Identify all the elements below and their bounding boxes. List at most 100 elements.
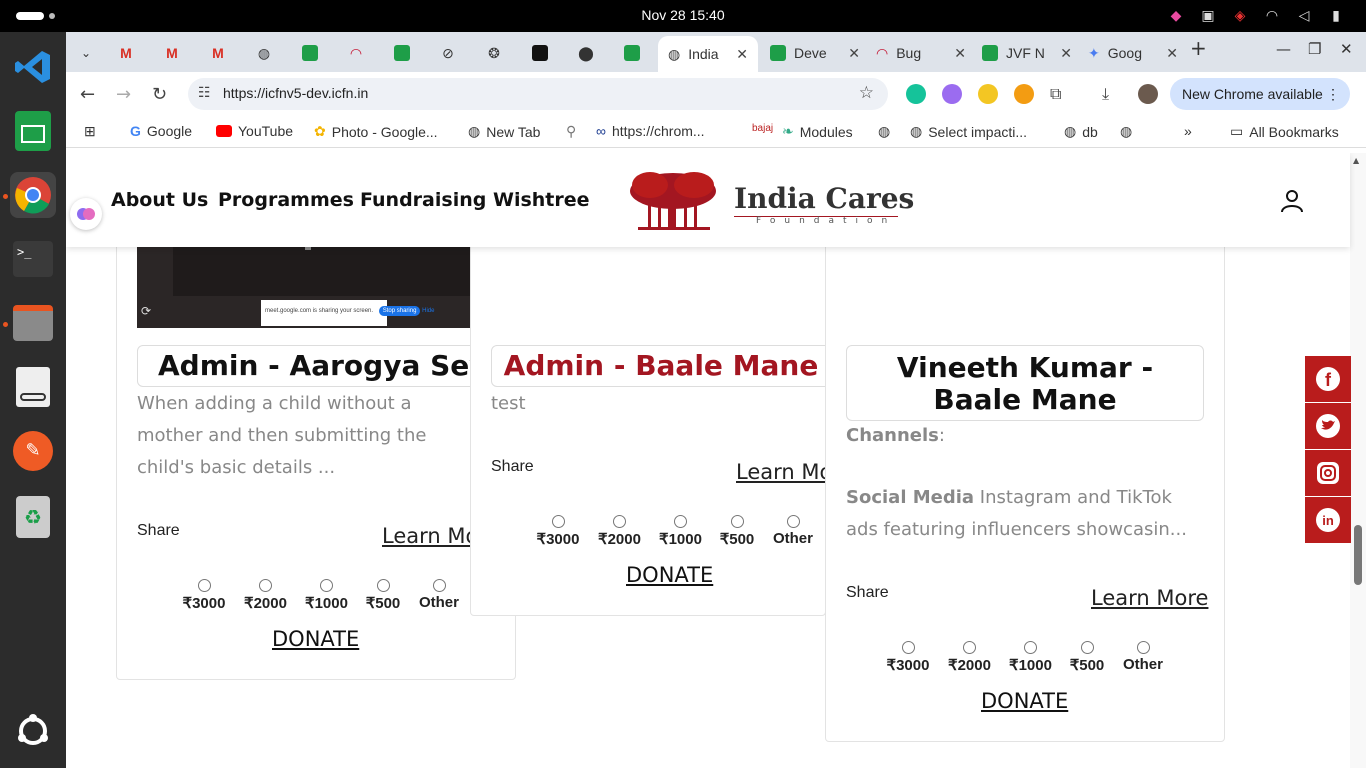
chrome-icon[interactable] (10, 172, 56, 218)
files-icon[interactable] (10, 300, 56, 346)
amount-option-1000[interactable]: ₹1000 (650, 515, 711, 548)
page-scrollbar[interactable]: ▲ (1350, 153, 1366, 768)
address-bar[interactable]: ☷ https://icfnv5-dev.icfn.in ☆ (188, 78, 888, 110)
tab-bug[interactable]: ◠ Bug ✕ (876, 38, 976, 68)
radio-button[interactable] (786, 515, 800, 528)
tab-openai[interactable]: ❂ (474, 38, 514, 68)
radio-button[interactable] (730, 515, 744, 528)
maximize-button[interactable]: ❐ (1308, 40, 1321, 58)
grammarly-icon[interactable] (906, 84, 926, 104)
radio-button[interactable] (674, 515, 687, 528)
scroll-up-icon[interactable]: ▲ (1353, 156, 1359, 165)
bookmark-modules[interactable]: ❧ Modules (782, 123, 853, 140)
tab-goog[interactable]: ✦ Goog ✕ (1088, 38, 1188, 68)
amount-option-1000[interactable]: ₹1000 (296, 579, 357, 612)
apps-grid-icon[interactable]: ⊞ (84, 123, 96, 140)
profile-avatar[interactable] (1138, 84, 1158, 104)
radio-button[interactable] (197, 579, 211, 592)
radio-button[interactable] (376, 579, 390, 592)
close-tab-icon[interactable]: ✕ (848, 45, 870, 62)
amount-option-2000[interactable]: ₹2000 (235, 579, 296, 612)
amount-option-500[interactable]: ₹500 (357, 579, 409, 612)
trash-icon[interactable]: ♻ (10, 494, 56, 540)
learn-more-link[interactable]: Learn More (1091, 586, 1208, 610)
tab-gmail-2[interactable]: M (152, 38, 192, 68)
forward-button[interactable]: → (116, 84, 131, 105)
tab-sheets-3[interactable] (612, 38, 652, 68)
tab-bug-1[interactable]: ◠ (336, 38, 376, 68)
amount-option-3000[interactable]: ₹3000 (527, 515, 589, 548)
nav-about-us[interactable]: About Us (111, 189, 208, 211)
download-icon[interactable]: ⤓ (1102, 84, 1109, 104)
user-account-icon[interactable] (1280, 189, 1304, 213)
instagram-icon[interactable] (1305, 450, 1351, 496)
bookmark-globe[interactable]: ◍ (878, 123, 890, 140)
facebook-icon[interactable]: f (1305, 356, 1351, 402)
new-tab-button[interactable]: + (1190, 36, 1207, 60)
logo-title[interactable]: India Cares (734, 182, 914, 215)
bookmark-db[interactable]: ◍ db (1064, 123, 1098, 140)
extension-block-icon[interactable] (1014, 84, 1034, 104)
learn-more-link[interactable]: Learn More (382, 524, 474, 548)
anydesk-icon[interactable]: ◈ (1224, 6, 1256, 26)
bookmark-search[interactable]: ⚲ (566, 123, 576, 140)
tab-gmail-3[interactable]: M (198, 38, 238, 68)
radio-button[interactable] (1024, 641, 1037, 654)
app-indicator-icon[interactable]: ◆ (1160, 6, 1192, 26)
more-menu-icon[interactable]: ⋮ (1326, 78, 1340, 110)
amount-option-2000[interactable]: ₹2000 (939, 641, 1000, 674)
tab-gmail-1[interactable]: M (106, 38, 146, 68)
extension-brain-icon[interactable] (942, 84, 962, 104)
tab-search-button[interactable]: ⌄ (70, 38, 102, 68)
close-tab-icon[interactable]: ✕ (736, 46, 758, 63)
scrollbar-thumb[interactable] (1354, 525, 1362, 585)
amount-option-other[interactable]: Other (763, 515, 823, 548)
extension-timer-icon[interactable] (978, 84, 998, 104)
bookmark-photos[interactable]: ✿ Photo - Google... (314, 123, 438, 140)
radio-button[interactable] (613, 515, 626, 528)
battery-icon[interactable]: ▮ (1320, 6, 1352, 26)
banyan-tree-logo-icon[interactable] (628, 169, 718, 231)
volume-mute-icon[interactable]: ◁ (1288, 6, 1320, 26)
donate-button[interactable]: DONATE (626, 563, 713, 587)
tab-globe-1[interactable]: ◍ (244, 38, 284, 68)
bookmark-bajaj[interactable]: bajaj (752, 123, 773, 134)
donate-button[interactable]: DONATE (272, 627, 359, 651)
close-tab-icon[interactable]: ✕ (1060, 45, 1082, 62)
bookmark-google[interactable]: G Google (130, 123, 192, 139)
close-window-button[interactable]: ✕ (1340, 40, 1353, 58)
spreadsheet-icon[interactable] (10, 108, 56, 154)
learn-more-link[interactable]: Learn More (736, 460, 825, 484)
tab-tool-1[interactable]: ⊘ (428, 38, 468, 68)
card-title[interactable]: Admin - Aarogya Seva (137, 345, 495, 387)
amount-option-3000[interactable]: ₹3000 (173, 579, 235, 612)
radio-button[interactable] (432, 579, 446, 592)
radio-button[interactable] (551, 515, 565, 528)
floating-assistant-icon[interactable] (70, 198, 102, 230)
radio-button[interactable] (1136, 641, 1150, 654)
amount-option-500[interactable]: ₹500 (1061, 641, 1113, 674)
bookmark-youtube[interactable]: YouTube (216, 123, 293, 139)
amount-option-3000[interactable]: ₹3000 (877, 641, 939, 674)
twitter-icon[interactable] (1305, 403, 1351, 449)
screen-share-icon[interactable]: ▣ (1192, 6, 1224, 26)
url-text[interactable]: https://icfnv5-dev.icfn.in (223, 85, 368, 101)
amount-option-other[interactable]: Other (409, 579, 469, 612)
linkedin-icon[interactable]: in (1305, 497, 1351, 543)
all-bookmarks[interactable]: ▭ All Bookmarks (1230, 123, 1339, 140)
share-label[interactable]: Share (491, 458, 534, 476)
radio-button[interactable] (963, 641, 976, 654)
amount-option-500[interactable]: ₹500 (711, 515, 763, 548)
bookmarks-overflow[interactable]: » (1184, 123, 1192, 139)
terminal-icon[interactable]: >_ (10, 236, 56, 282)
bookmark-chrome[interactable]: ∞ https://chrom... (596, 123, 705, 139)
vscode-icon[interactable] (10, 44, 56, 90)
radio-button[interactable] (1080, 641, 1094, 654)
share-label[interactable]: Share (846, 584, 889, 602)
donate-button[interactable]: DONATE (981, 689, 1068, 713)
back-button[interactable]: ← (80, 84, 95, 105)
share-label[interactable]: Share (137, 522, 180, 540)
bookmark-star-icon[interactable]: ☆ (859, 83, 874, 103)
close-tab-icon[interactable]: ✕ (1166, 45, 1188, 62)
amount-option-1000[interactable]: ₹1000 (1000, 641, 1061, 674)
